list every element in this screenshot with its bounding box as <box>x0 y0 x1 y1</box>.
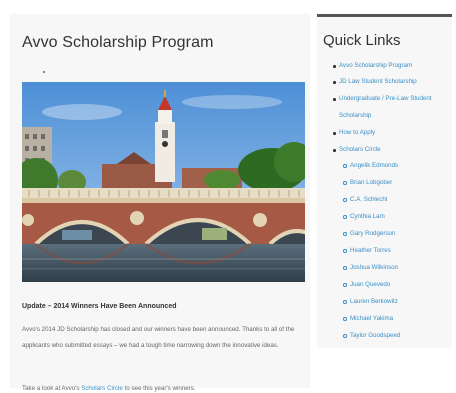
bridge-photo <box>22 82 305 282</box>
sidebar-item-jd-law-student-scholarship[interactable]: JD Law Student Scholarship <box>339 78 417 86</box>
circle-bullet-icon <box>343 317 347 321</box>
circle-bullet-icon <box>343 283 347 287</box>
bullet-icon <box>333 65 336 68</box>
title-dot <box>43 71 45 73</box>
circle-bullet-icon <box>343 164 347 168</box>
circle-bullet-icon <box>343 198 347 202</box>
scholars-circle-link[interactable]: Scholars Circle <box>81 385 123 392</box>
announcement-paragraph: Avvo's 2014 JD Scholarship has closed an… <box>22 326 295 349</box>
scholar-link[interactable]: Joshua Wilkinson <box>350 264 398 272</box>
scholar-link[interactable]: Heather Torres <box>350 247 391 255</box>
para2-suffix: to see this year's winners. <box>122 385 196 392</box>
scholar-link[interactable]: Angelik Edmonds <box>350 162 398 170</box>
circle-bullet-icon <box>343 232 347 236</box>
circle-bullet-icon <box>343 300 347 304</box>
circle-bullet-icon <box>343 249 347 253</box>
hero-image <box>22 82 305 282</box>
bullet-icon <box>333 149 336 152</box>
scholar-link[interactable]: Michael Yakima <box>350 315 393 323</box>
bullet-icon <box>333 81 336 84</box>
bullet-icon <box>333 98 336 101</box>
scholar-link[interactable]: Gary Rodgerson <box>350 230 395 238</box>
sidebar-item-undergraduate-pre-law-cont[interactable]: Scholarship <box>339 112 371 120</box>
sidebar-item-scholars-circle[interactable]: Scholars Circle <box>339 146 381 154</box>
sidebar-item-undergraduate-pre-law[interactable]: Undergraduate / Pre-Law Student <box>339 95 432 103</box>
main-content: Avvo Scholarship Program Update – 2014 W… <box>10 14 310 392</box>
quick-links-list: Avvo Scholarship Program JD Law Student … <box>317 17 452 351</box>
circle-bullet-icon <box>343 266 347 270</box>
sidebar-item-how-to-apply[interactable]: How to Apply <box>339 129 375 137</box>
scholar-link[interactable]: Juan Quevedo <box>350 281 390 289</box>
circle-bullet-icon <box>343 334 347 338</box>
update-heading: Update – 2014 Winners Have Been Announce… <box>22 303 177 310</box>
scholar-link[interactable]: Taylor Goodspeed <box>350 332 400 340</box>
scholar-link[interactable]: Brian Lobgober <box>350 179 392 187</box>
para2-prefix: Take a look at Avvo's <box>22 385 82 392</box>
quick-links-sidebar: Quick Links Avvo Scholarship Program JD … <box>317 14 452 348</box>
scholar-link[interactable]: C.A. Schlecht <box>350 196 388 204</box>
scholars-circle-paragraph: Take a look at Avvo's Scholars Circle to… <box>22 383 314 393</box>
bullet-icon <box>333 132 336 135</box>
circle-bullet-icon <box>343 181 347 185</box>
circle-bullet-icon <box>343 215 347 219</box>
sidebar-item-avvo-scholarship-program[interactable]: Avvo Scholarship Program <box>339 62 412 70</box>
scholar-link[interactable]: Lauren Berkowitz <box>350 298 398 306</box>
scholar-link[interactable]: Cynthia Lam <box>350 213 385 221</box>
page-title: Avvo Scholarship Program <box>22 34 214 51</box>
